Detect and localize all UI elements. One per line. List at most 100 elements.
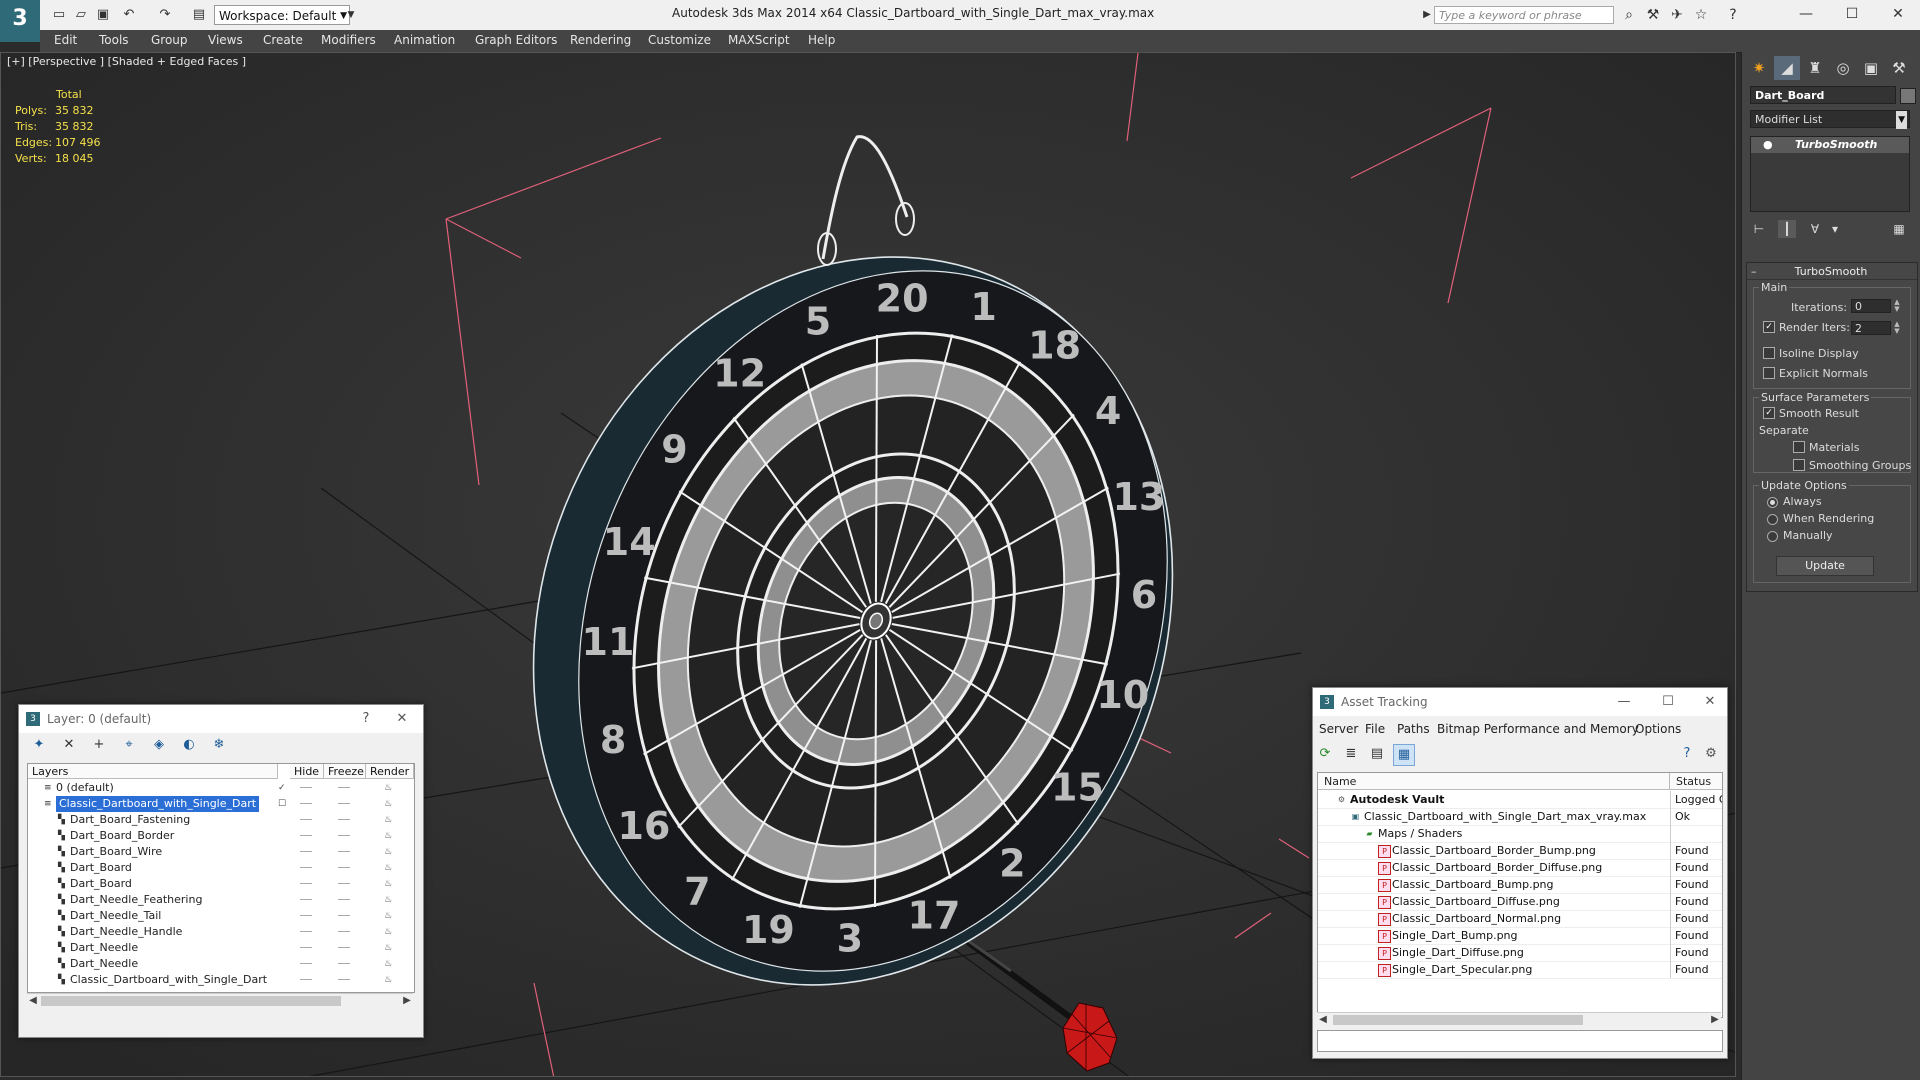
modifier-stack[interactable]: ● TurboSmooth	[1750, 136, 1910, 212]
freeze-toggle[interactable]	[338, 867, 350, 868]
communication-icon[interactable]: ✈	[1668, 6, 1686, 24]
menu-file[interactable]: File	[1365, 722, 1385, 736]
column-header-hide[interactable]: Hide	[290, 764, 324, 779]
update-button[interactable]: Update	[1776, 556, 1874, 576]
render-teapot-icon[interactable]: ♨	[384, 783, 394, 793]
freeze-toggle[interactable]	[338, 883, 350, 884]
render-teapot-icon[interactable]: ♨	[384, 975, 394, 985]
render-iters-checkbox[interactable]: ✓	[1763, 321, 1775, 333]
current-layer-checkbox[interactable]	[278, 911, 288, 921]
layer-name[interactable]: Dart_Board_Fastening	[70, 812, 190, 828]
workspace-dropdown[interactable]: Workspace: Default ▼	[214, 5, 350, 25]
asset-row[interactable]: ▰ Maps / Shaders	[1318, 825, 1722, 843]
iterations-spinner[interactable]: 0	[1851, 299, 1891, 313]
binoculars-icon[interactable]: ⌕	[1620, 6, 1638, 24]
hide-toggle[interactable]	[300, 979, 312, 980]
render-teapot-icon[interactable]: ♨	[384, 895, 394, 905]
object-color-swatch[interactable]	[1900, 88, 1916, 104]
asset-row[interactable]: P Single_Dart_Bump.png Found	[1318, 927, 1722, 945]
lightbulb-icon[interactable]: ●	[1763, 137, 1773, 153]
hide-toggle[interactable]	[300, 883, 312, 884]
column-header-freeze[interactable]: Freeze	[324, 764, 366, 779]
settings-icon[interactable]: ⚙	[1701, 744, 1721, 764]
pin-stack-icon[interactable]: ⊢	[1750, 220, 1768, 238]
undo-icon[interactable]: ↶	[120, 6, 138, 24]
motion-tab-icon[interactable]: ◎	[1830, 56, 1856, 80]
asset-row[interactable]: P Single_Dart_Diffuse.png Found	[1318, 944, 1722, 962]
layer-name[interactable]: Dart_Needle	[70, 940, 138, 956]
stack-item-turbosmooth[interactable]: ● TurboSmooth	[1751, 137, 1909, 153]
current-layer-checkbox[interactable]	[278, 815, 288, 825]
asset-row[interactable]: P Classic_Dartboard_Diffuse.png Found	[1318, 893, 1722, 911]
menu-maxscript[interactable]: MAXScript	[728, 33, 790, 47]
asset-row[interactable]: ▣ Classic_Dartboard_with_Single_Dart_max_…	[1318, 808, 1722, 826]
menu-animation[interactable]: Animation	[394, 33, 455, 47]
freeze-toggle[interactable]	[338, 963, 350, 964]
layer-row[interactable]: ▚ Dart_Needle ♨	[28, 940, 414, 956]
layer-row[interactable]: ≡ 0 (default) ✓ ♨	[28, 780, 414, 796]
render-teapot-icon[interactable]: ♨	[384, 863, 394, 873]
app-logo-icon[interactable]: 3	[0, 0, 40, 42]
column-header-render[interactable]: Render	[366, 764, 414, 779]
render-teapot-icon[interactable]: ♨	[384, 943, 394, 953]
menu-rendering[interactable]: Rendering	[570, 33, 631, 47]
highlight-layers-icon[interactable]: ◈	[149, 735, 169, 755]
freeze-toggle[interactable]	[338, 835, 350, 836]
menu-graph-editors[interactable]: Graph Editors	[475, 33, 557, 47]
asset-row[interactable]: P Classic_Dartboard_Border_Bump.png Found	[1318, 842, 1722, 860]
menu-create[interactable]: Create	[263, 33, 303, 47]
layer-name[interactable]: Dart_Board_Border	[70, 828, 174, 844]
layer-row[interactable]: ▚ Dart_Needle ♨	[28, 956, 414, 972]
hide-toggle[interactable]	[300, 803, 312, 804]
layer-name[interactable]: Classic_Dartboard_with_Single_Dart	[56, 796, 260, 812]
freeze-toggle[interactable]	[338, 899, 350, 900]
select-objects-icon[interactable]: ⌖	[119, 735, 139, 755]
current-layer-checkbox[interactable]	[278, 879, 288, 889]
horizontal-scrollbar[interactable]: ◀ ▶	[27, 993, 413, 1008]
menu-help[interactable]: Help	[808, 33, 835, 47]
menu-paths[interactable]: Paths	[1397, 722, 1430, 736]
when-rendering-radio[interactable]	[1767, 514, 1778, 525]
spinner-arrows-icon[interactable]: ▲ ▼	[1893, 299, 1901, 313]
menu-bitmap-performance[interactable]: Bitmap Performance and Memory	[1437, 722, 1639, 736]
close-icon[interactable]: ✕	[391, 709, 413, 729]
minimize-icon[interactable]: —	[1613, 692, 1635, 712]
hide-all-icon[interactable]: ◐	[179, 735, 199, 755]
spinner-arrows-icon[interactable]: ▲ ▼	[1893, 321, 1901, 335]
layer-row[interactable]: ▚ Dart_Needle_Tail ♨	[28, 908, 414, 924]
render-teapot-icon[interactable]: ♨	[384, 879, 394, 889]
materials-checkbox[interactable]	[1793, 441, 1805, 453]
freeze-toggle[interactable]	[338, 947, 350, 948]
always-radio[interactable]	[1767, 497, 1778, 508]
make-unique-icon[interactable]: ∀	[1806, 220, 1824, 238]
display-tab-icon[interactable]: ▣	[1858, 56, 1884, 80]
viewport-label[interactable]: [+] [Perspective ] [Shaded + Edged Faces…	[7, 55, 246, 68]
tree-view-icon[interactable]: ▤	[1367, 744, 1387, 764]
column-header-name[interactable]: Name	[1318, 773, 1670, 790]
close-icon[interactable]: ✕	[1699, 692, 1721, 712]
hide-toggle[interactable]	[300, 787, 312, 788]
modifier-list-dropdown[interactable]: Modifier List ▼	[1750, 110, 1910, 129]
current-layer-checkbox[interactable]	[278, 943, 288, 953]
menu-options[interactable]: Options	[1635, 722, 1681, 736]
subscription-icon[interactable]: ⚒	[1644, 6, 1662, 24]
explicit-normals-checkbox[interactable]	[1763, 367, 1775, 379]
search-input[interactable]: Type a keyword or phrase	[1434, 6, 1614, 24]
open-file-icon[interactable]: ▱	[72, 6, 90, 24]
current-layer-checkbox[interactable]: ✓	[278, 783, 288, 793]
close-icon[interactable]: ✕	[1878, 2, 1918, 26]
maximize-icon[interactable]: ☐	[1832, 2, 1872, 26]
configure-sets-icon[interactable]: ▦	[1890, 220, 1908, 238]
layer-name[interactable]: Classic_Dartboard_with_Single_Dart	[70, 972, 267, 988]
manually-radio[interactable]	[1767, 531, 1778, 542]
layer-row[interactable]: ▚ Dart_Board_Fastening ♨	[28, 812, 414, 828]
hide-toggle[interactable]	[300, 963, 312, 964]
layer-name[interactable]: Dart_Needle_Feathering	[70, 892, 202, 908]
current-layer-checkbox[interactable]	[278, 847, 288, 857]
layer-row[interactable]: ▚ Dart_Needle_Handle ♨	[28, 924, 414, 940]
help-icon[interactable]: ?	[1677, 744, 1697, 764]
current-layer-checkbox[interactable]	[278, 959, 288, 969]
create-tab-icon[interactable]: ✷	[1746, 56, 1772, 80]
maximize-icon[interactable]: ☐	[1657, 692, 1679, 712]
hide-toggle[interactable]	[300, 851, 312, 852]
